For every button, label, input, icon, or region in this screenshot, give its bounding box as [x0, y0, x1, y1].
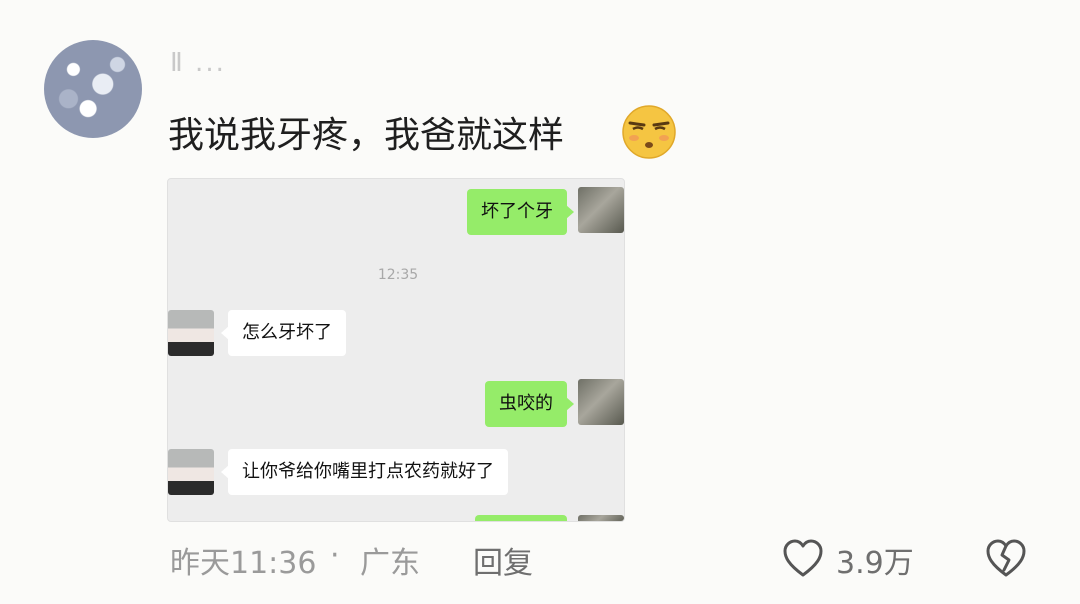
comment-location: 广东 [360, 546, 420, 581]
broken-heart-icon[interactable] [985, 539, 1027, 579]
commenter-username[interactable]: Ⅱ ... [170, 48, 226, 78]
chat-bubble-other: 让你爷给你嘴里打点农药就好了 [221, 449, 508, 495]
chat-timestamp: 12:35 [377, 267, 419, 283]
heart-outline-icon[interactable] [782, 539, 824, 579]
smirk-face-emoji-icon [622, 105, 676, 159]
chat-avatar-other [168, 310, 214, 356]
chat-avatar-me [578, 379, 624, 425]
chat-bubble-me: 虫咬的 [485, 381, 574, 427]
chat-bubble-me-partial [475, 515, 567, 521]
chat-avatar-me [578, 187, 624, 233]
reply-button[interactable]: 回复 [473, 538, 533, 582]
comment-text: 我说我牙疼，我爸就这样 [168, 115, 565, 156]
chat-bubble-me: 坏了个牙 [467, 189, 574, 235]
chat-avatar-me-partial [578, 515, 624, 521]
comment-time: 昨天11:36 [170, 546, 317, 581]
separator-dot: · [330, 538, 340, 573]
commenter-avatar[interactable] [44, 40, 142, 138]
chat-avatar-other [168, 449, 214, 495]
chat-bubble-other: 怎么牙坏了 [221, 310, 346, 356]
chat-screenshot: 坏了个牙 12:35 怎么牙坏了 虫咬的 让你爷给你嘴里打点农药就好了 [167, 178, 625, 522]
like-count: 3.9万 [836, 546, 914, 581]
